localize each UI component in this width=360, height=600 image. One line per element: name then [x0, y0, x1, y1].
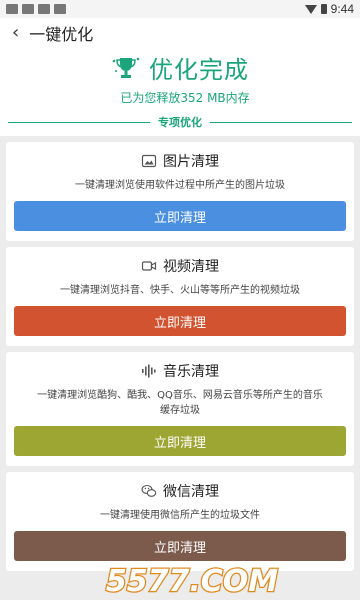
- card-description: 一键清理使用微信所产生的垃圾文件: [100, 510, 260, 521]
- status-time: 9:44: [330, 2, 354, 16]
- notification-icon: [54, 4, 66, 14]
- card-title: 图片清理: [163, 154, 219, 170]
- status-bar: 9:44: [0, 0, 360, 18]
- card-video-clean: 视频清理 一键清理浏览抖音、快手、火山等等所产生的视频垃圾 立即清理: [6, 247, 354, 346]
- video-icon: [141, 261, 157, 271]
- watermark-logo: 5577.COM: [105, 563, 280, 600]
- card-image-clean: 图片清理 一键清理浏览使用软件过程中所产生的图片垃圾 立即清理: [6, 142, 354, 241]
- sound-wave-icon: [142, 364, 156, 378]
- clean-now-button[interactable]: 立即清理: [14, 426, 346, 456]
- card-description: 一键清理浏览酷狗、酷我、QQ音乐、网易云音乐等所产生的音乐缓存垃圾: [37, 390, 323, 416]
- result-subtitle: 已为您释放352 MB内存: [120, 91, 250, 105]
- trophy-icon: [112, 57, 140, 78]
- result-title: 优化完成: [149, 56, 249, 84]
- notification-icon: [22, 4, 34, 14]
- clean-now-button[interactable]: 立即清理: [14, 531, 346, 561]
- page-title: 一键优化: [29, 25, 94, 44]
- divider-line: [210, 121, 352, 123]
- card-title: 音乐清理: [163, 364, 219, 380]
- back-icon[interactable]: ‹: [12, 24, 19, 42]
- notification-icon: [38, 4, 50, 14]
- clean-now-button[interactable]: 立即清理: [14, 306, 346, 336]
- card-description: 一键清理浏览抖音、快手、火山等等所产生的视频垃圾: [60, 285, 300, 296]
- card-description: 一键清理浏览使用软件过程中所产生的图片垃圾: [75, 180, 285, 191]
- section-title: 专项优化: [158, 116, 202, 129]
- card-music-clean: 音乐清理 一键清理浏览酷狗、酷我、QQ音乐、网易云音乐等所产生的音乐缓存垃圾 立…: [6, 352, 354, 466]
- wechat-icon: [141, 484, 157, 497]
- card-title: 视频清理: [163, 259, 219, 275]
- header: ‹ 一键优化: [0, 18, 360, 48]
- result-banner: 优化完成 已为您释放352 MB内存: [0, 48, 360, 106]
- notification-icons: [6, 4, 66, 14]
- divider-line: [8, 121, 150, 123]
- wifi-icon: [304, 4, 317, 14]
- battery-icon: [320, 4, 327, 14]
- card-title: 微信清理: [163, 484, 219, 500]
- notification-icon: [6, 4, 18, 14]
- card-wechat-clean: 微信清理 一键清理使用微信所产生的垃圾文件 立即清理: [6, 472, 354, 571]
- image-icon: [141, 154, 157, 168]
- svg-text:5577.COM: 5577.COM: [106, 564, 278, 599]
- section-divider: 专项优化: [0, 112, 360, 132]
- clean-now-button[interactable]: 立即清理: [14, 201, 346, 231]
